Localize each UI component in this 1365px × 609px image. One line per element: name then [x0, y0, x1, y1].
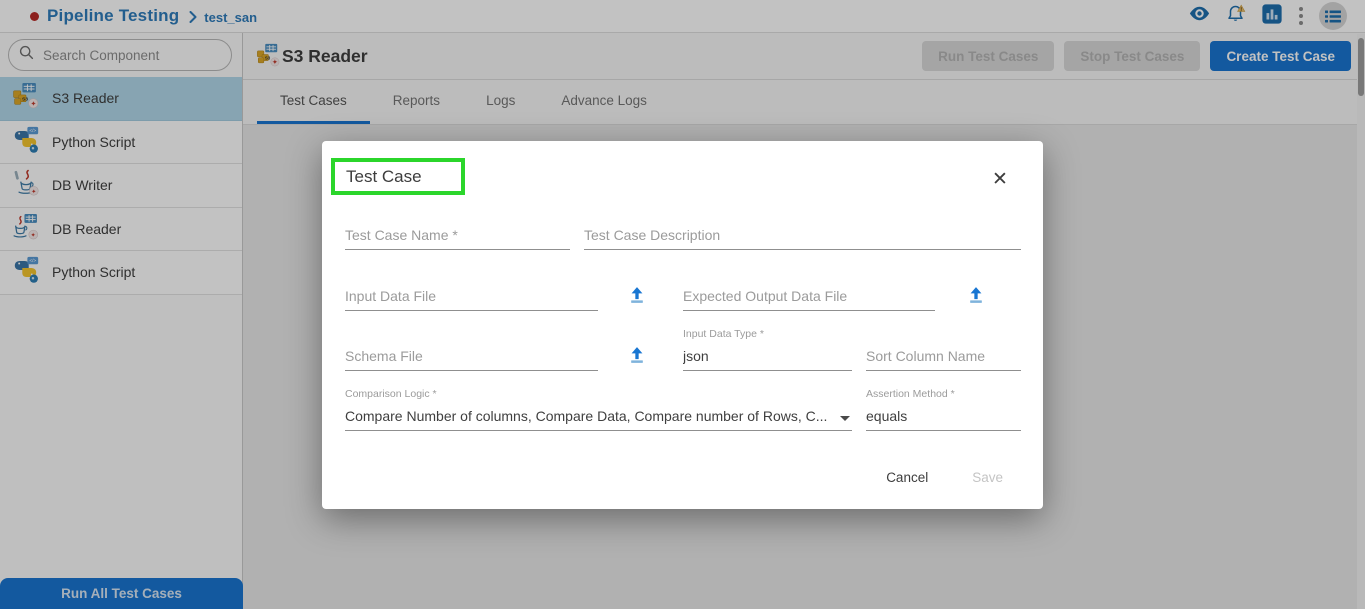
input-data-type-input[interactable] — [683, 348, 852, 370]
upload-input-data-file-button[interactable] — [627, 285, 647, 305]
test-case-description-field — [584, 221, 1021, 250]
assertion-method-label: Assertion Method * — [866, 388, 955, 400]
input-data-file-field — [345, 282, 598, 311]
test-case-name-input[interactable] — [345, 227, 570, 249]
assertion-method-field — [866, 402, 1021, 431]
expected-output-data-file-field — [683, 282, 935, 311]
annotation-highlight: Test Case — [331, 158, 465, 195]
input-data-file-input[interactable] — [345, 288, 598, 310]
upload-icon — [966, 293, 986, 308]
upload-expected-output-file-button[interactable] — [966, 285, 986, 305]
upload-icon — [627, 293, 647, 308]
test-case-description-input[interactable] — [584, 227, 1021, 249]
schema-file-input[interactable] — [345, 348, 598, 370]
cancel-button[interactable]: Cancel — [882, 468, 932, 487]
sort-column-name-input[interactable] — [866, 348, 1021, 370]
upload-icon — [627, 353, 647, 368]
upload-schema-file-button[interactable] — [627, 345, 647, 365]
close-icon[interactable]: ✕ — [986, 165, 1014, 193]
comparison-logic-label: Comparison Logic * — [345, 388, 437, 400]
save-button[interactable]: Save — [968, 468, 1007, 487]
expected-output-data-file-input[interactable] — [683, 288, 935, 310]
test-case-dialog: Test Case ✕ — [322, 141, 1043, 509]
input-data-type-label: Input Data Type * — [683, 328, 764, 340]
schema-file-field — [345, 342, 598, 371]
input-data-type-field — [683, 342, 852, 371]
assertion-method-input[interactable] — [866, 408, 1021, 430]
comparison-logic-select[interactable]: Compare Number of columns, Compare Data,… — [345, 402, 852, 431]
sort-column-name-field — [866, 342, 1021, 371]
app-window: Pipeline Testing test_san — [0, 0, 1365, 609]
dialog-title: Test Case — [335, 167, 422, 187]
dropdown-arrow-icon — [840, 416, 850, 421]
test-case-name-field — [345, 221, 570, 250]
comparison-logic-value: Compare Number of columns, Compare Data,… — [345, 408, 827, 424]
